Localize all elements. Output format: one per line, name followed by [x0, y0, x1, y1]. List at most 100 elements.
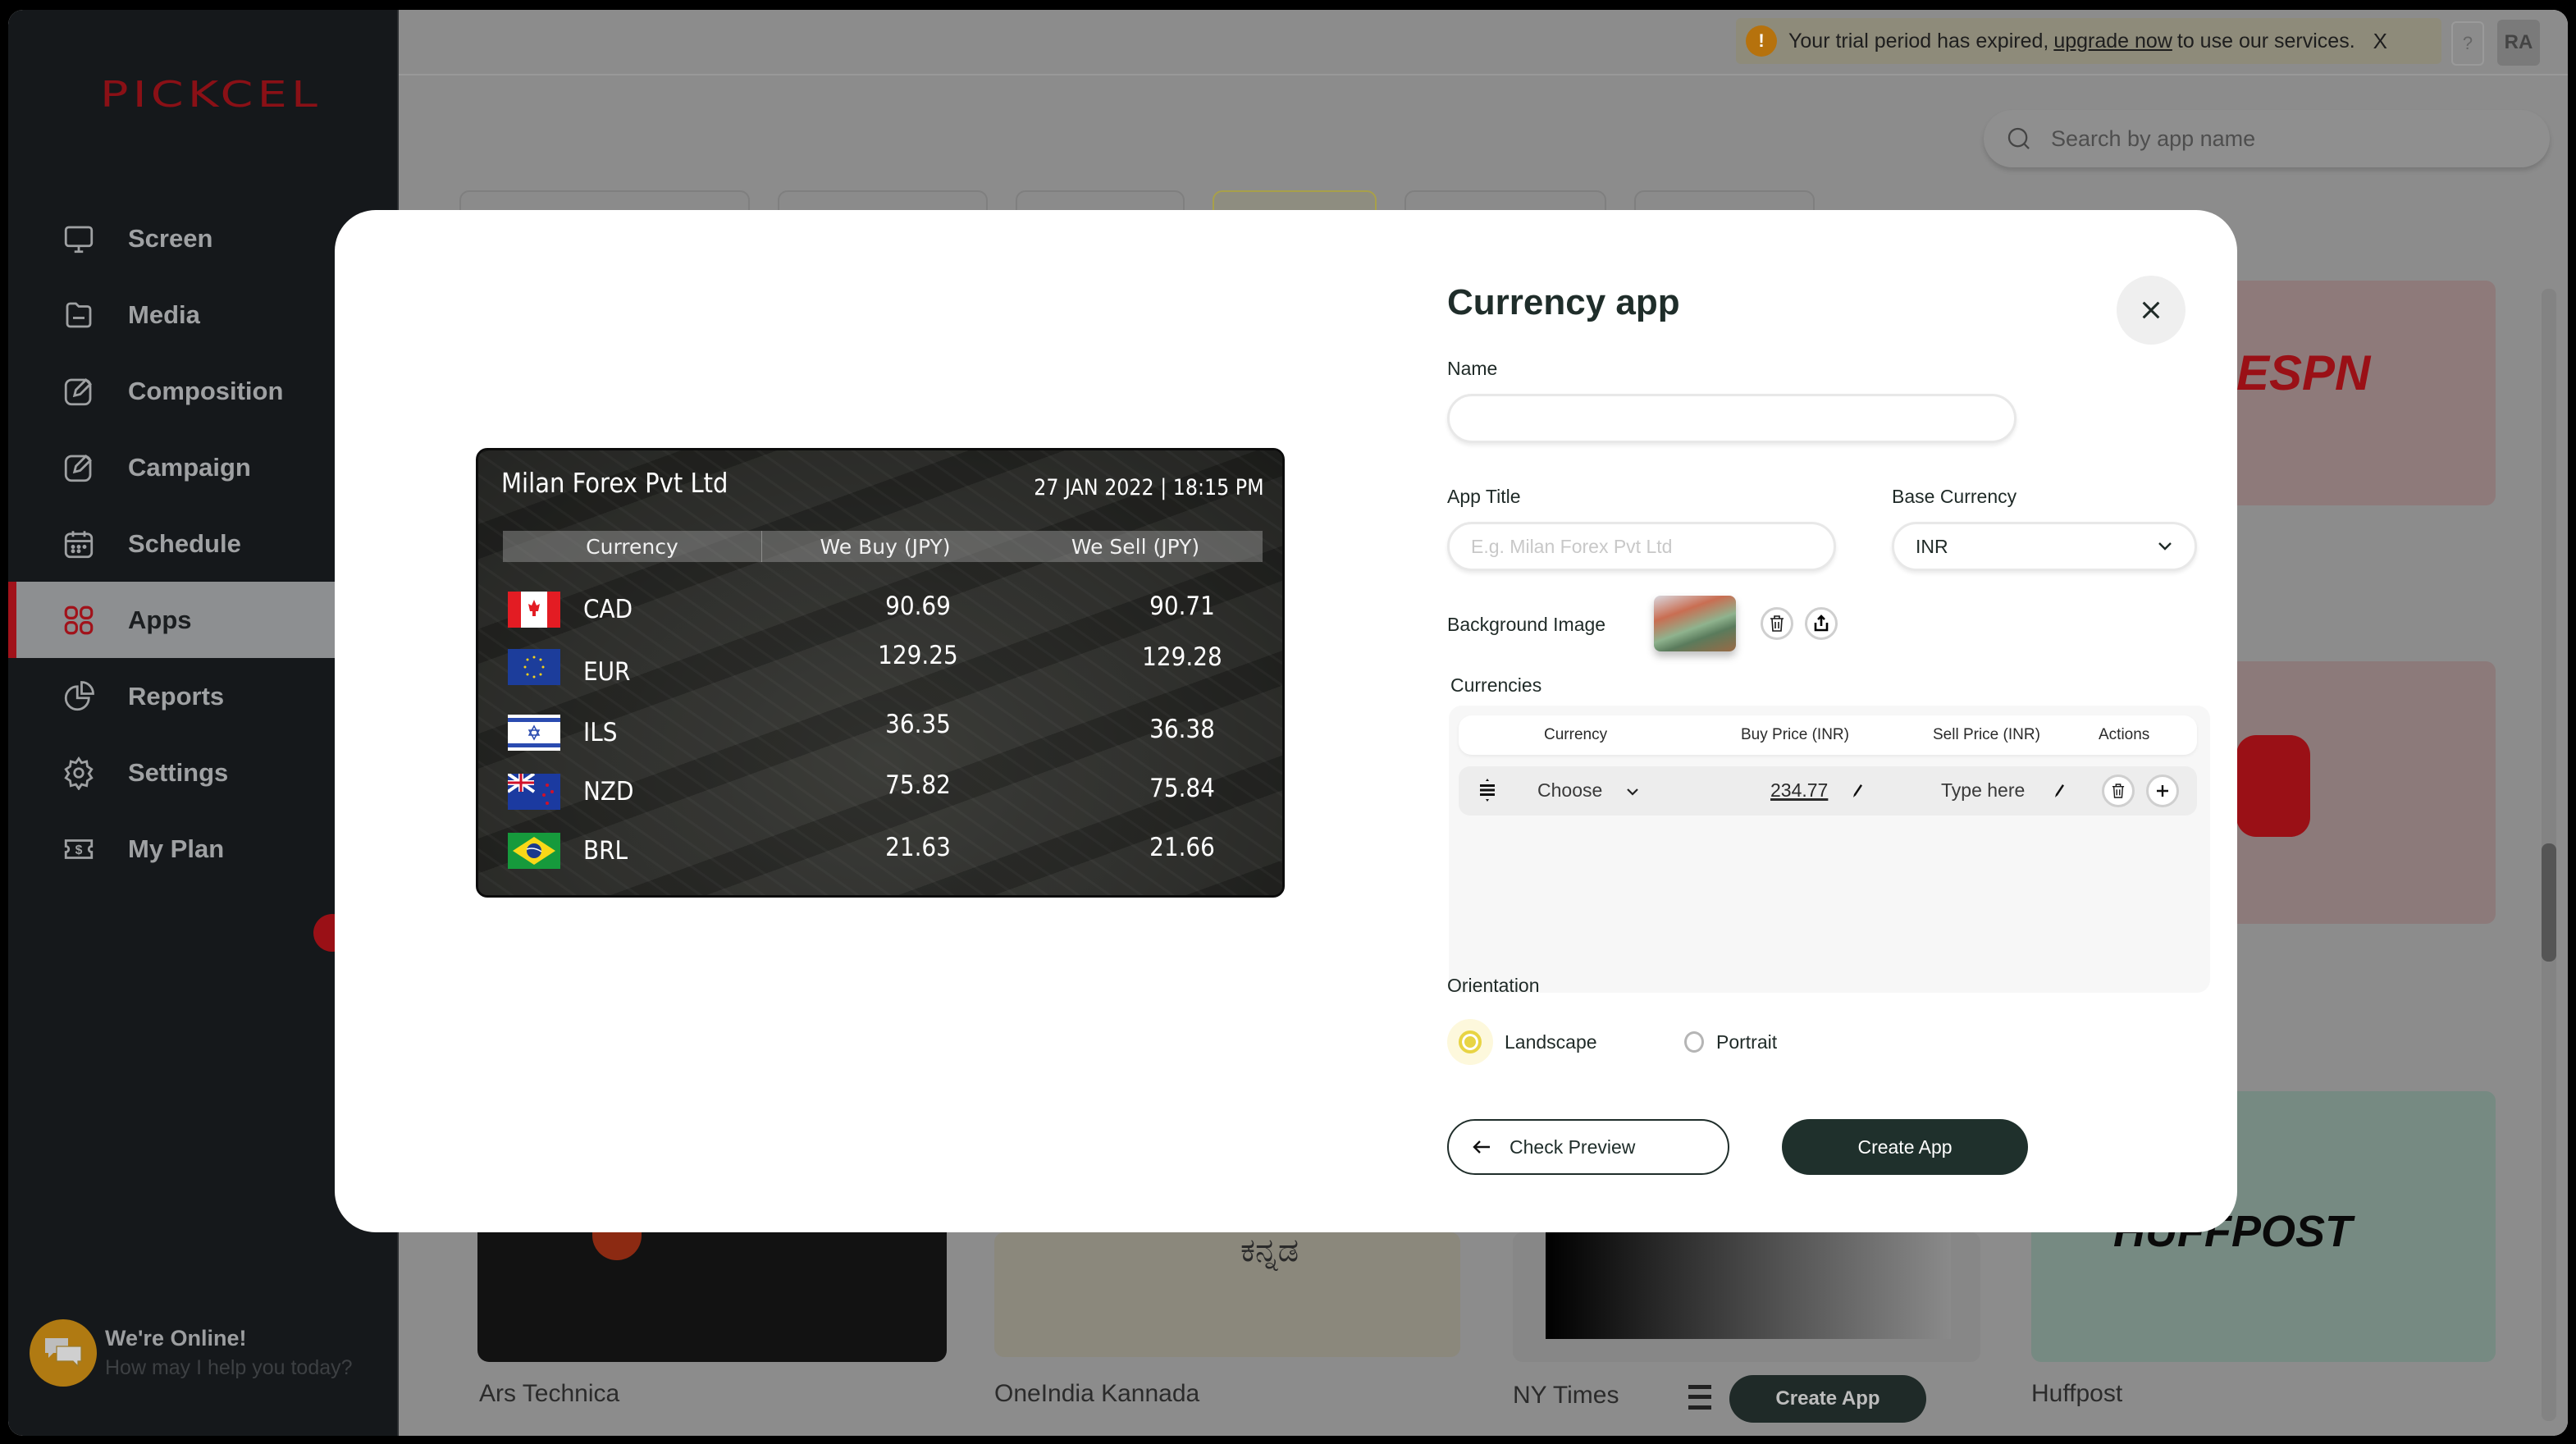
warning-icon: ! [1746, 25, 1777, 57]
brazil-flag [508, 833, 560, 869]
trial-text-suffix: to use our services. [2176, 29, 2355, 53]
edit-pencil-icon[interactable] [1851, 781, 1864, 803]
top-bar: ! Your trial period has expired, upgrade… [399, 10, 2568, 75]
app-card-oneindia[interactable]: ಕನ್ನಡ [994, 1232, 1460, 1357]
sidebar-item-label: Schedule [128, 528, 241, 558]
user-avatar[interactable]: RA [2497, 20, 2540, 66]
upgrade-link[interactable]: upgrade now [2053, 30, 2172, 53]
ars-logo [592, 1227, 642, 1260]
close-modal-button[interactable] [2117, 276, 2185, 345]
arrow-left-icon [1473, 1140, 1490, 1154]
currency-choose-dropdown[interactable]: Choose [1537, 779, 1639, 802]
currency-preview: Milan Forex Pvt Ltd 27 JAN 2022 | 18:15 … [476, 448, 1285, 898]
sidebar-item-label: Campaign [128, 452, 251, 482]
create-app-button[interactable]: Create App [1782, 1119, 2028, 1175]
name-input[interactable] [1447, 394, 2016, 443]
search-input[interactable]: Search by app name [1984, 110, 2550, 167]
preview-table-header: Currency We Buy (JPY) We Sell (JPY) [503, 531, 1263, 562]
app-name: Huffpost [2031, 1380, 2123, 1407]
trash-icon [2112, 784, 2125, 798]
app-title-placeholder: E.g. Milan Forex Pvt Ltd [1471, 535, 1673, 557]
edit-pencil-icon[interactable] [2053, 781, 2066, 803]
preview-row: EUR 129.25 129.28 [508, 641, 1263, 687]
app-logo [2236, 735, 2310, 837]
sell-rate: 75.84 [1149, 774, 1215, 803]
orientation-label: Orientation [1447, 975, 1540, 996]
preview-header-sell: We Sell (JPY) [1071, 534, 1200, 559]
preview-row: NZD 75.82 75.84 [508, 770, 1263, 811]
check-preview-button[interactable]: Check Preview [1447, 1119, 1729, 1175]
trash-icon [1770, 615, 1784, 632]
close-banner-icon[interactable]: X [2373, 29, 2387, 54]
help-button[interactable]: ? [2451, 21, 2484, 66]
trial-banner: ! Your trial period has expired, upgrade… [1736, 18, 2441, 64]
espn-logo: ESPN [2236, 345, 2371, 400]
app-card-espn[interactable]: ESPN [2228, 281, 2496, 505]
sidebar-item-label: Composition [128, 376, 284, 405]
delete-row-button[interactable] [2102, 775, 2135, 807]
plus-icon [2157, 785, 2168, 797]
buy-rate: 21.63 [885, 833, 951, 862]
menu-icon[interactable] [1688, 1385, 1711, 1410]
sell-rate: 21.66 [1149, 833, 1215, 862]
base-currency-select[interactable]: INR [1892, 522, 2197, 571]
scrollbar-thumb[interactable] [2542, 843, 2556, 962]
chat-icon [30, 1319, 97, 1387]
create-app-button-bg[interactable]: Create App [1729, 1375, 1926, 1423]
base-currency-value: INR [1916, 535, 1948, 557]
sidebar-item-label: Screen [128, 223, 213, 253]
radio-checked-icon [1447, 1019, 1493, 1065]
currency-code: EUR [583, 657, 631, 687]
currency-choose-value: Choose [1537, 779, 1603, 801]
add-row-button[interactable] [2146, 775, 2179, 807]
background-image-thumbnail[interactable] [1654, 596, 1736, 651]
col-currency: Currency [1544, 726, 1608, 743]
brand-logo[interactable]: PICKCEL [100, 74, 322, 116]
drag-handle-icon[interactable] [1475, 778, 1500, 807]
buy-price-input[interactable]: 234.77 [1770, 779, 1828, 802]
buy-rate: 36.35 [885, 710, 951, 739]
app-card-red-m[interactable] [2228, 661, 2496, 924]
col-sell-price: Sell Price (INR) [1933, 726, 2040, 743]
currency-code: ILS [583, 718, 618, 747]
currency-app-modal: Milan Forex Pvt Ltd 27 JAN 2022 | 18:15 … [335, 210, 2237, 1232]
app-title-input[interactable]: E.g. Milan Forex Pvt Ltd [1447, 522, 1836, 571]
preview-title: Milan Forex Pvt Ltd [501, 467, 728, 499]
chat-subtitle: How may I help you today? [105, 1356, 353, 1379]
radio-unchecked-icon [1682, 1019, 1706, 1065]
col-buy-price: Buy Price (INR) [1741, 726, 1849, 743]
sidebar-item-label: Media [128, 299, 200, 329]
app-card-nytimes[interactable] [1513, 1232, 1980, 1362]
close-icon [2142, 301, 2160, 319]
sell-rate: 129.28 [1142, 642, 1222, 672]
buy-rate: 75.82 [885, 770, 951, 800]
orientation-landscape-radio[interactable]: Landscape [1447, 1019, 1597, 1065]
currency-code: NZD [583, 777, 634, 807]
calendar-icon [61, 526, 97, 562]
app-card-ars-technica[interactable] [477, 1227, 947, 1362]
orientation-option-label: Portrait [1716, 1030, 1778, 1053]
dollar-ticket-icon: $ [61, 831, 97, 867]
monitor-icon [61, 221, 97, 257]
preview-header-currency: Currency [503, 531, 762, 562]
upload-icon [1814, 615, 1829, 632]
orientation-option-label: Landscape [1505, 1030, 1597, 1053]
currency-code: CAD [583, 595, 633, 624]
buy-rate: 129.25 [878, 641, 958, 670]
eu-flag [508, 649, 560, 685]
upload-image-button[interactable] [1805, 607, 1838, 640]
sell-price-input[interactable]: Type here [1941, 779, 2025, 802]
delete-image-button[interactable] [1761, 607, 1793, 640]
preview-row: ILS 36.35 36.38 [508, 710, 1263, 752]
sell-rate: 90.71 [1149, 592, 1215, 621]
chat-widget[interactable]: We're Online! How may I help you today? [30, 1319, 353, 1387]
currencies-table-header: Currency Buy Price (INR) Sell Price (INR… [1459, 715, 2197, 755]
orientation-portrait-radio[interactable]: Portrait [1682, 1019, 1777, 1065]
edit-icon [61, 450, 97, 486]
nyt-thumbnail [1546, 1232, 1951, 1339]
svg-text:$: $ [75, 843, 83, 857]
sidebar-item-label: Settings [128, 757, 229, 787]
currency-code: BRL [583, 836, 628, 866]
preview-row: BRL 21.63 21.66 [508, 833, 1263, 871]
chevron-down-icon [2158, 542, 2172, 551]
